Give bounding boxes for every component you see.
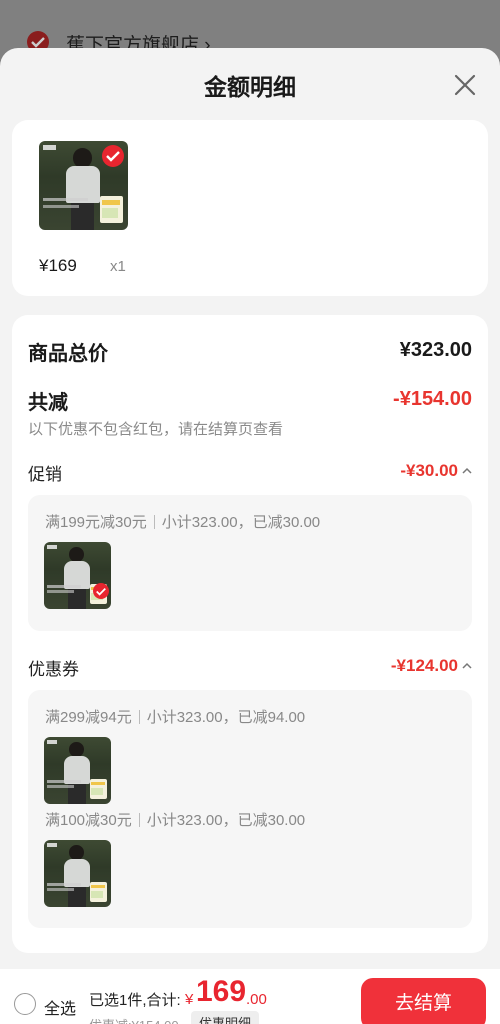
- total-amount: 169: [196, 975, 247, 1008]
- promotion-value: -¥30.00: [400, 461, 458, 480]
- promotion-product-thumbnail[interactable]: [44, 542, 111, 609]
- total-reduce-value: -¥154.00: [393, 388, 472, 410]
- amount-detail-sheet: 金额明细 ¥169 x1 商品总价 ¥323.00 共减 -¥154.00 以下…: [0, 48, 500, 1024]
- promotion-label: 促销: [28, 465, 62, 484]
- select-all-label[interactable]: 全选: [44, 995, 76, 1019]
- product-quantity: x1: [110, 258, 126, 275]
- coupon-label: 优惠券: [28, 660, 79, 679]
- promotion-box: 满199元减30元 小计323.00，已减30.00: [28, 495, 472, 631]
- check-icon: [102, 145, 124, 167]
- product-thumbnail[interactable]: [39, 141, 128, 230]
- close-icon[interactable]: [450, 70, 480, 100]
- coupon-rule: 满299减94元 小计323.00，已减94.00: [45, 709, 306, 726]
- select-all-radio[interactable]: [14, 993, 36, 1015]
- total-currency: ¥: [185, 991, 194, 1008]
- coupon-product-thumbnail[interactable]: [44, 840, 111, 907]
- checkout-button[interactable]: 去结算: [361, 978, 486, 1024]
- total-reduce-label: 共减: [28, 392, 68, 414]
- discount-detail-button[interactable]: 优惠明细: [191, 1011, 260, 1024]
- price-detail-card: 商品总价 ¥323.00 共减 -¥154.00 以下优惠不包含红包，请在结算页…: [12, 315, 488, 953]
- total-price-value: ¥323.00: [399, 339, 472, 361]
- chevron-up-icon: [462, 467, 472, 474]
- coupon-toggle[interactable]: -¥124.00: [391, 656, 472, 676]
- check-icon: [93, 583, 109, 599]
- promotion-toggle[interactable]: -¥30.00: [400, 461, 472, 481]
- coupon-value: -¥124.00: [390, 656, 458, 675]
- total-price-label: 商品总价: [28, 343, 108, 365]
- discount-note: 以下优惠不包含红包，请在结算页查看: [28, 421, 284, 438]
- chevron-up-icon: [462, 662, 472, 669]
- product-price: ¥169: [39, 256, 77, 275]
- checkout-bar: 全选 已选1件,合计: ¥ 169 .00 优惠减:¥154.00 优惠明细 去…: [0, 969, 500, 1024]
- total-amount-decimals: .00: [246, 991, 267, 1008]
- coupon-box: 满299减94元 小计323.00，已减94.00 满100减30元 小计323.0…: [28, 690, 472, 928]
- promotion-rule: 满199元减30元 小计323.00，已减30.00: [45, 514, 321, 531]
- coupon-product-thumbnail[interactable]: [44, 737, 111, 804]
- selected-count-text: 已选1件,合计:: [89, 992, 181, 1009]
- discount-summary: 优惠减:¥154.00: [89, 1015, 179, 1024]
- coupon-rule: 满100减30元 小计323.00，已减30.00: [45, 812, 306, 829]
- product-card: ¥169 x1: [12, 120, 488, 296]
- sheet-title: 金额明细: [204, 74, 296, 100]
